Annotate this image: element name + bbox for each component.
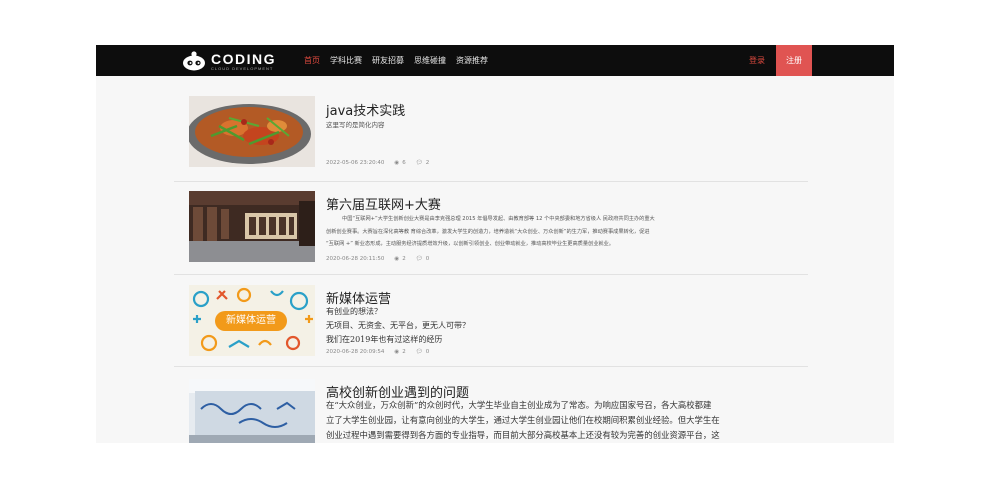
article-date: 2020-06-28 20:09:54 (326, 349, 385, 355)
article-item[interactable]: 第六届互联网+大赛 中国“互联网+”大学生创新创业大赛是由李克强总理 2015 … (174, 182, 808, 275)
login-link[interactable]: 登录 (749, 45, 765, 76)
article-title[interactable]: java技术实践 (326, 100, 405, 119)
summary-line: 中国“互联网+”大学生创新创业大赛是由李克强总理 2015 年倡导发起、由教育部… (342, 216, 655, 222)
divider (174, 366, 808, 367)
summary-line: 无项目、无资金、无平台，更无人可带？ (326, 321, 470, 330)
eye-icon: ◉ (394, 256, 400, 262)
divider (174, 274, 808, 275)
brand-subtitle: CLOUD DEVELOPMENT (211, 65, 274, 71)
campus-wall-image (189, 379, 315, 443)
page-frame: CODING CLOUD DEVELOPMENT 首页 学科比赛 研友招募 思维… (96, 45, 894, 443)
new-media-banner-image: 新媒体运营 (189, 285, 315, 356)
library-image (189, 191, 315, 262)
article-date: 2022-05-06 23:20:40 (326, 160, 385, 166)
summary-line: 立了大学生创业园，让有意向创业的大学生，通过大学生创业园让他们在校期间积累创业经… (326, 415, 720, 425)
nav-competitions[interactable]: 学科比赛 (325, 55, 367, 66)
nav-home[interactable]: 首页 (299, 55, 325, 66)
view-count: 2 (402, 349, 406, 355)
brand-name: CODING (211, 50, 276, 67)
article-title[interactable]: 第六届互联网+大赛 (326, 194, 441, 213)
summary-line: 创新创业赛事。大赛旨在深化高等教 育综合改革，激发大学生的创造力，培养造就“大众… (326, 228, 650, 235)
comment-count: 0 (425, 349, 430, 355)
nav-ideas[interactable]: 思维碰撞 (409, 55, 451, 66)
view-count: 6 (402, 160, 406, 166)
summary-line: 在“大众创业，万众创新”的众创时代，大学生毕业自主创业成为了常态。为响应国家号召… (326, 400, 712, 410)
comment-count: 0 (425, 256, 430, 262)
coding-logo-icon (183, 51, 205, 71)
nav-menu: 首页 学科比赛 研友招募 思维碰撞 资源推荐 (299, 45, 493, 76)
brand-logo[interactable]: CODING CLOUD DEVELOPMENT (182, 50, 276, 72)
eye-icon: ◉ (394, 160, 400, 166)
register-button[interactable]: 注册 (776, 45, 812, 76)
article-item[interactable]: 高校创新创业遇到的问题 在“大众创业，万众创新”的众创时代，大学生毕业自主创业成… (182, 371, 808, 443)
article-summary: 中国“互联网+”大学生创新创业大赛是由李克强总理 2015 年倡导发起、由教育部… (326, 213, 806, 251)
article-meta: 2020-06-28 20:11:50 ◉ 2 💬︎ 0 (326, 256, 429, 262)
nav-resources[interactable]: 资源推荐 (451, 55, 493, 66)
summary-line: 创业过程中遇到需要得到各方面的专业指导，而目前大部分高校基本上还没有较为完善的创… (326, 430, 720, 440)
article-summary: 这里写的是简化内容 (326, 121, 385, 129)
top-navbar: CODING CLOUD DEVELOPMENT 首页 学科比赛 研友招募 思维… (96, 45, 894, 76)
comment-icon: 💬︎ (415, 256, 423, 262)
article-item[interactable]: 新媒体运营 新媒体运营 有创业的想法？ 无项目、无资金、无平台，更无人可带？ 我… (174, 277, 808, 367)
nav-recruit[interactable]: 研友招募 (367, 55, 409, 66)
comment-icon: 💬︎ (415, 160, 423, 166)
view-count: 2 (402, 256, 406, 262)
article-item[interactable]: java技术实践 这里写的是简化内容 2022-05-06 23:20:40 ◉… (174, 86, 808, 182)
summary-line: “互联网 +” 新业态形成，主动服务经济提质增效升级，以创新引领创业、创业带动就… (326, 241, 614, 247)
comment-icon: 💬︎ (415, 349, 423, 355)
summary-line: 我们在2019年也有过这样的经历 (326, 335, 443, 344)
article-summary: 在“大众创业，万众创新”的众创时代，大学生毕业自主创业成为了常态。为响应国家号召… (326, 398, 720, 443)
comment-count: 2 (425, 160, 430, 166)
article-summary: 有创业的想法？ 无项目、无资金、无平台，更无人可带？ 我们在2019年也有过这样… (326, 305, 470, 347)
article-date: 2020-06-28 20:11:50 (326, 256, 385, 262)
eye-icon: ◉ (394, 349, 400, 355)
article-meta: 2020-06-28 20:09:54 ◉ 2 💬︎ 0 (326, 349, 429, 355)
article-meta: 2022-05-06 23:20:40 ◉ 6 💬︎ 2 (326, 160, 429, 166)
summary-line: 有创业的想法？ (326, 307, 382, 316)
food-dish-image (189, 96, 315, 167)
banner-label: 新媒体运营 (226, 315, 276, 326)
